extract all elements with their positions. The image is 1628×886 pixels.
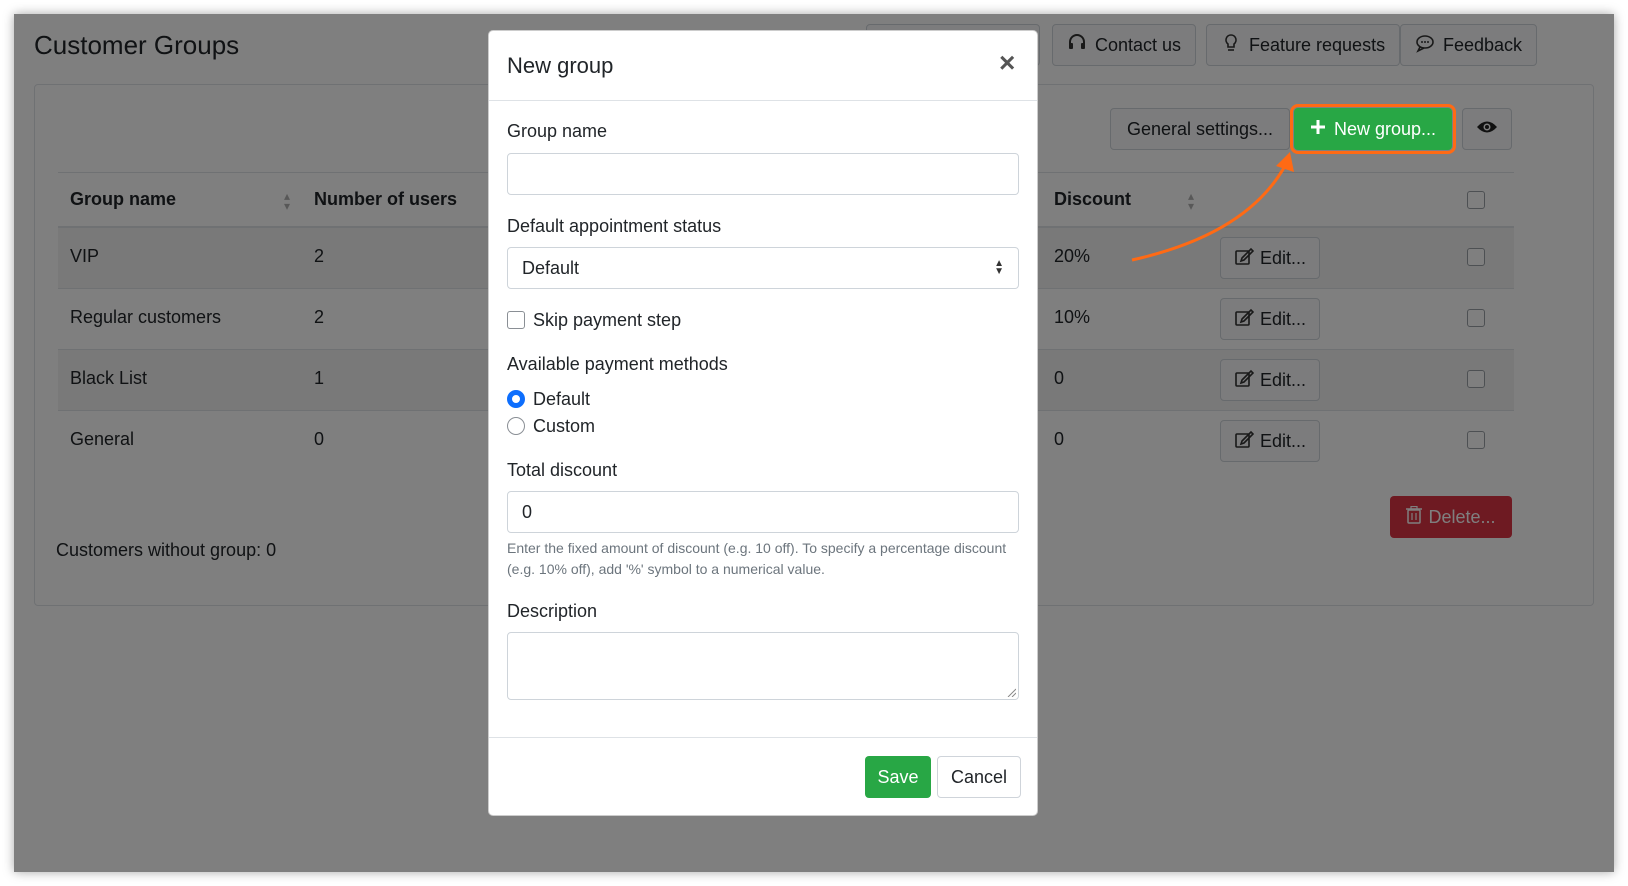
description-label: Description bbox=[507, 601, 598, 621]
payment-custom-label[interactable]: Custom bbox=[533, 416, 595, 437]
description-field[interactable] bbox=[507, 632, 1019, 700]
payment-default-radio[interactable] bbox=[507, 390, 525, 408]
total-discount-label: Total discount bbox=[507, 460, 618, 480]
total-discount-field[interactable]: 0 bbox=[507, 491, 1019, 533]
resize-handle-icon[interactable] bbox=[1006, 687, 1016, 697]
plus-icon bbox=[1310, 119, 1326, 140]
save-button[interactable]: Save bbox=[865, 756, 931, 798]
select-arrows-icon: ▲ ▼ bbox=[994, 258, 1004, 277]
cancel-button[interactable]: Cancel bbox=[937, 756, 1021, 798]
payment-custom-radio[interactable] bbox=[507, 417, 525, 435]
new-group-button[interactable]: New group... bbox=[1290, 104, 1456, 154]
skip-payment-checkbox[interactable] bbox=[507, 311, 525, 329]
appointment-status-select[interactable]: Default ▲ ▼ bbox=[507, 247, 1019, 289]
payment-default-label[interactable]: Default bbox=[533, 389, 590, 410]
close-icon[interactable]: × bbox=[999, 49, 1015, 77]
group-name-field[interactable] bbox=[507, 153, 1019, 195]
skip-payment-label[interactable]: Skip payment step bbox=[533, 310, 681, 331]
status-label: Default appointment status bbox=[507, 216, 722, 236]
group-name-label: Group name bbox=[507, 121, 608, 141]
dialog-header: New group × bbox=[489, 31, 1037, 101]
dialog-title: New group bbox=[507, 53, 614, 78]
new-group-dialog: New group × Group name Default appointme… bbox=[488, 30, 1038, 816]
app-window: Customer Groups Contact us Feature reque… bbox=[14, 14, 1614, 872]
dialog-footer: Save Cancel bbox=[489, 737, 1037, 815]
payment-methods-label: Available payment methods bbox=[507, 354, 728, 374]
status-select-value: Default bbox=[522, 257, 580, 278]
discount-help-text: Enter the fixed amount of discount (e.g.… bbox=[507, 540, 1007, 577]
new-group-label: New group... bbox=[1333, 118, 1437, 139]
